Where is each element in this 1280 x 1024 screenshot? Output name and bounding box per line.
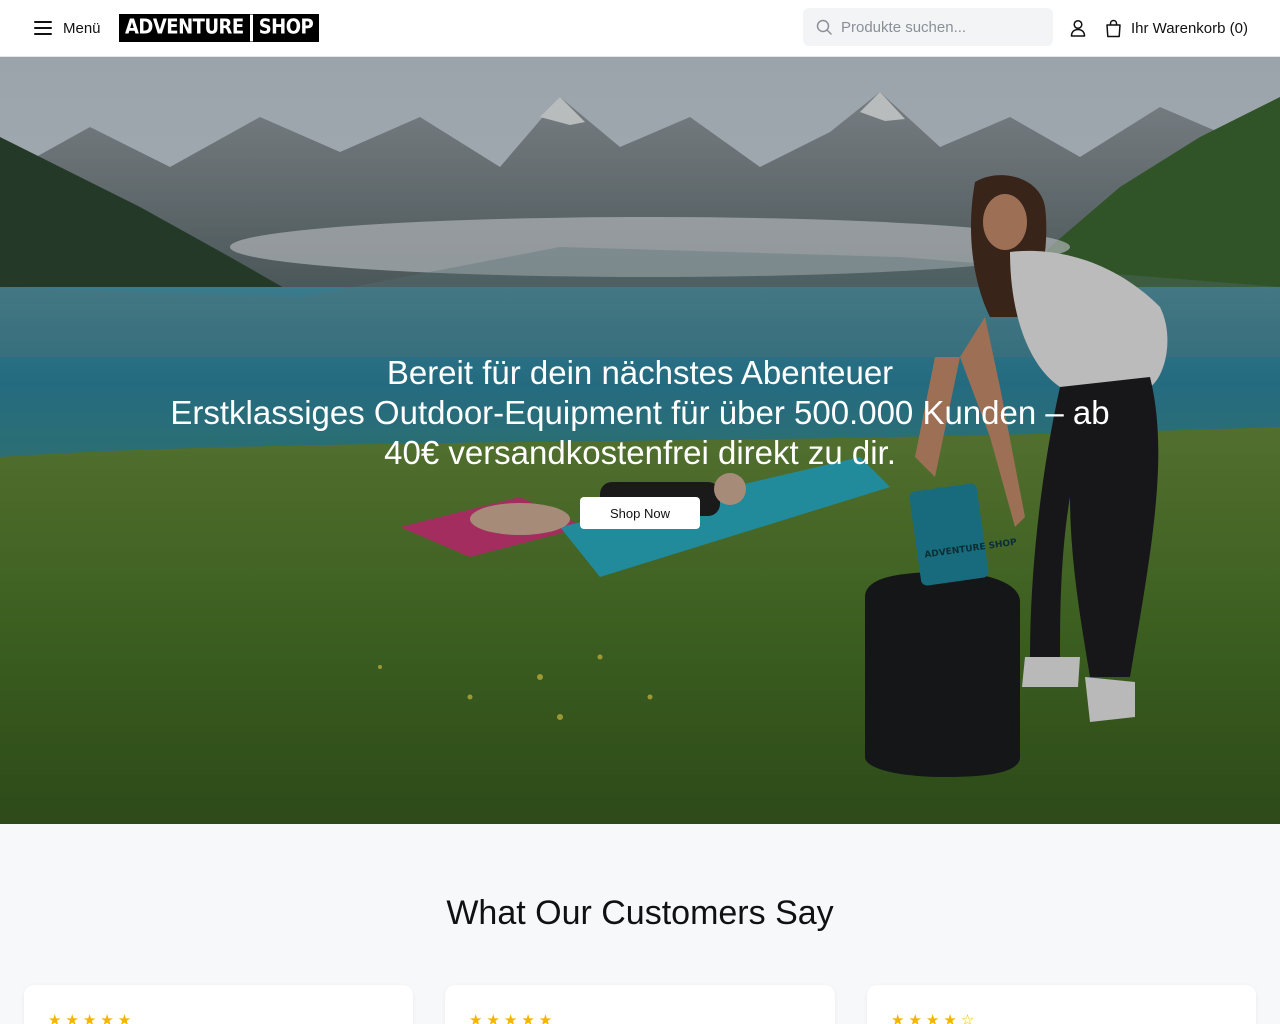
hamburger-icon — [34, 21, 52, 35]
menu-label: Menü — [63, 19, 101, 37]
cart-label: Ihr Warenkorb (0) — [1131, 19, 1248, 37]
search-input[interactable] — [841, 8, 1046, 46]
search-bar — [803, 8, 1053, 46]
shop-now-button[interactable]: Shop Now — [580, 497, 700, 529]
logo-separator — [249, 14, 253, 42]
user-account-icon[interactable] — [1068, 18, 1088, 38]
review-card: ★★★★★ — [445, 985, 835, 1024]
search-icon — [816, 19, 832, 35]
star-rating: ★★★★★ — [48, 1012, 136, 1024]
menu-button[interactable]: Menü — [34, 17, 101, 39]
review-card: ★★★★★ — [24, 985, 413, 1024]
site-header: Menü ADVENTURE SHOP Ihr Warenkorb (0) — [0, 0, 1280, 57]
cart-button[interactable]: Ihr Warenkorb (0) — [1105, 17, 1248, 39]
star-rating: ★★★★☆ — [891, 1012, 979, 1024]
hero-banner: ADVENTURE SHOP Bereit für dein nächstes … — [0, 57, 1280, 824]
logo-word-shop: SHOP — [258, 15, 314, 40]
hero-subtitle: Erstklassiges Outdoor-Equipment für über… — [170, 394, 1110, 471]
shopping-bag-icon — [1106, 19, 1121, 37]
testimonials-heading: What Our Customers Say — [446, 894, 834, 932]
logo[interactable]: ADVENTURE SHOP — [119, 14, 320, 42]
star-rating: ★★★★★ — [469, 1012, 557, 1024]
logo-word-adventure: ADVENTURE — [125, 15, 244, 40]
review-card: ★★★★☆ — [867, 985, 1256, 1024]
hero-title: Bereit für dein nächstes Abenteuer — [386, 354, 894, 391]
